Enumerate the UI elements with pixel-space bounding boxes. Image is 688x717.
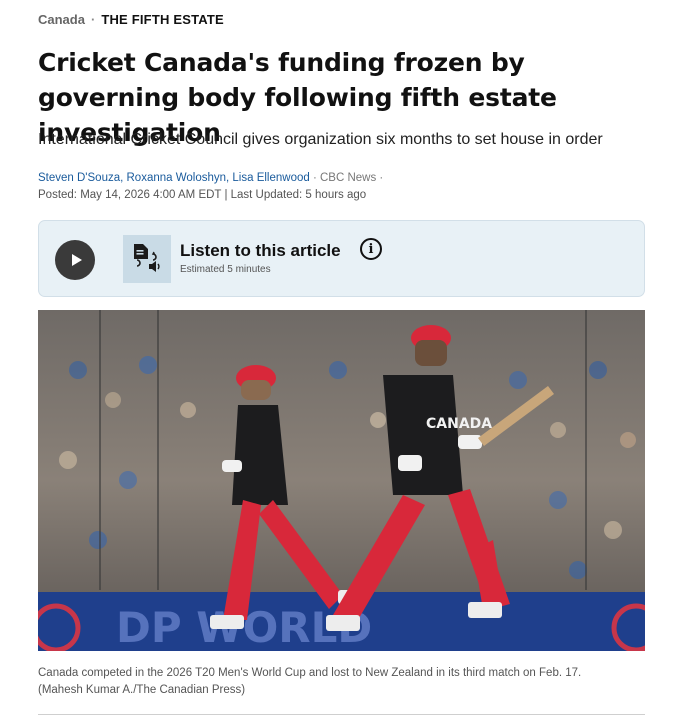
kicker: Canada · THE FIFTH ESTATE (38, 12, 224, 27)
info-icon[interactable]: i (360, 238, 382, 260)
listen-estimate: Estimated 5 minutes (180, 264, 271, 275)
text-to-speech-icon (123, 235, 171, 283)
outlet-label: · CBC News · (312, 172, 384, 184)
section-link[interactable]: Canada (38, 12, 85, 27)
cricket-players-illustration: DP WORLD CANADA (38, 310, 645, 651)
caption-text: Canada competed in the 2026 T20 Men's Wo… (38, 667, 582, 679)
publish-dates: Posted: May 14, 2026 4:00 AM EDT | Last … (38, 189, 367, 201)
play-icon (71, 254, 82, 266)
listen-title: Listen to this article (180, 241, 341, 260)
kicker-separator: · (90, 12, 96, 27)
listen-widget: Listen to this article Estimated 5 minut… (38, 220, 645, 297)
lead-photo: DP WORLD CANADA (38, 310, 645, 651)
deck: International Cricket Council gives orga… (38, 131, 603, 148)
divider (38, 714, 645, 715)
show-link[interactable]: THE FIFTH ESTATE (101, 12, 224, 27)
photo-caption: Canada competed in the 2026 T20 Men's Wo… (38, 665, 645, 699)
byline: Steven D'Souza, Roxanna Woloshyn, Lisa E… (38, 170, 383, 204)
play-button[interactable] (55, 240, 95, 280)
caption-credit: (Mahesh Kumar A./The Canadian Press) (38, 684, 246, 696)
svg-text:CANADA: CANADA (426, 416, 492, 432)
author-links[interactable]: Steven D'Souza, Roxanna Woloshyn, Lisa E… (38, 172, 310, 184)
